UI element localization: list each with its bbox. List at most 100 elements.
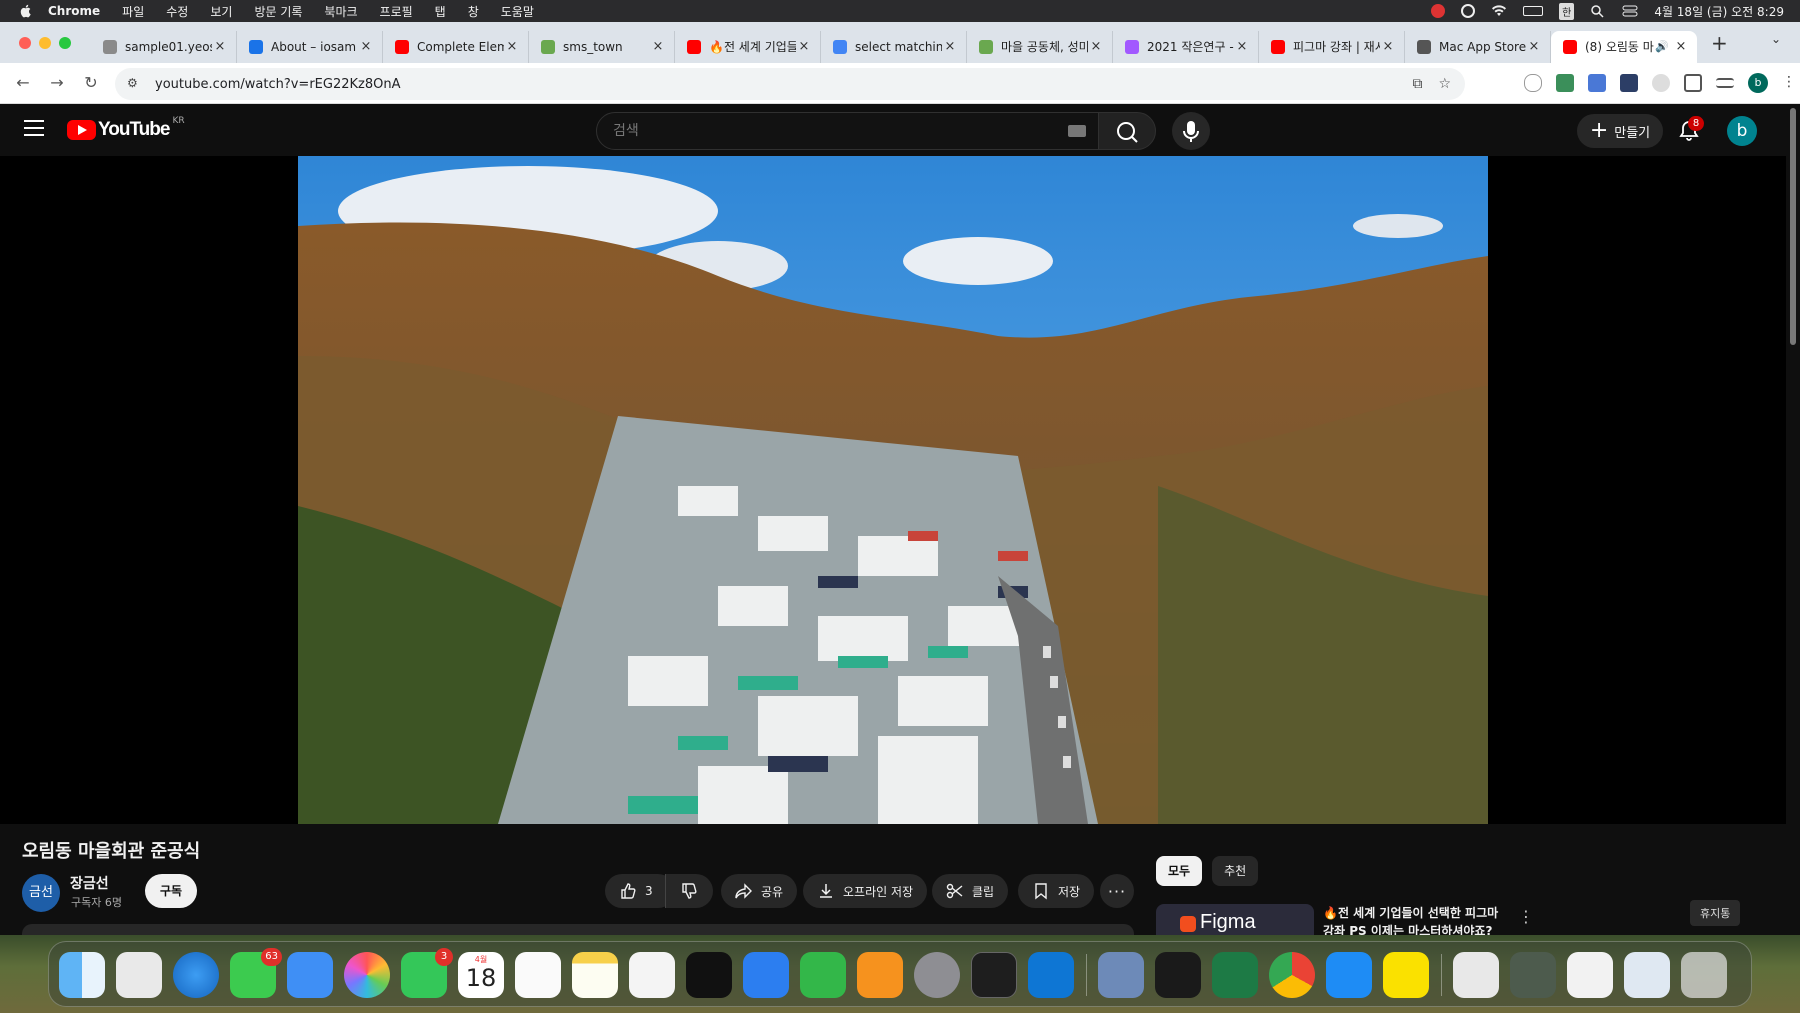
extension-dark-icon[interactable] bbox=[1620, 74, 1638, 92]
mail-icon[interactable] bbox=[287, 952, 333, 998]
close-tab-icon[interactable]: × bbox=[796, 39, 812, 54]
menu-chrome[interactable]: Chrome bbox=[48, 4, 100, 18]
forward-arrow-icon[interactable]: → bbox=[46, 72, 68, 94]
apple-tv-icon[interactable] bbox=[686, 952, 732, 998]
create-button[interactable]: + 만들기 bbox=[1577, 114, 1663, 148]
close-tab-icon[interactable]: × bbox=[650, 39, 666, 54]
close-tab-icon[interactable]: × bbox=[504, 39, 520, 54]
more-vertical-icon[interactable]: ⋮ bbox=[1518, 907, 1534, 926]
recommended-video-thumbnail[interactable]: Figma bbox=[1156, 904, 1314, 935]
numbers-icon[interactable] bbox=[800, 952, 846, 998]
close-tab-icon[interactable]: × bbox=[1234, 39, 1250, 54]
reload-icon[interactable]: ↻ bbox=[80, 72, 102, 94]
apple-menu-icon[interactable] bbox=[18, 3, 34, 19]
voice-search-button[interactable] bbox=[1172, 112, 1210, 150]
address-url[interactable]: youtube.com/watch?v=rEG22Kz8OnA bbox=[155, 77, 400, 92]
menubar-clock[interactable]: 4월 18일 (금) 오전 8:29 bbox=[1654, 3, 1784, 20]
kakaotalk-icon[interactable] bbox=[1383, 952, 1429, 998]
close-tab-icon[interactable]: × bbox=[358, 39, 374, 54]
subscribe-button[interactable]: 구독 bbox=[145, 874, 197, 908]
tab-1[interactable]: About – iosam × bbox=[237, 30, 383, 63]
extension-hand-icon[interactable] bbox=[1524, 74, 1542, 92]
menu-help[interactable]: 도움말 bbox=[501, 3, 534, 20]
extensions-puzzle-icon[interactable] bbox=[1684, 74, 1702, 92]
close-tab-icon[interactable]: × bbox=[1380, 39, 1396, 54]
downloads-stack-icon[interactable] bbox=[1453, 952, 1499, 998]
channel-avatar[interactable]: 금선 bbox=[22, 874, 60, 912]
tab-9[interactable]: Mac App Store × bbox=[1405, 30, 1551, 63]
reading-list-icon[interactable] bbox=[1716, 78, 1734, 88]
preview-icon[interactable] bbox=[1098, 952, 1144, 998]
tab-5[interactable]: select matchin × bbox=[821, 30, 967, 63]
menu-edit[interactable]: 수정 bbox=[166, 3, 188, 20]
tab-2[interactable]: Complete Elem × bbox=[383, 30, 529, 63]
reminders-icon[interactable] bbox=[515, 952, 561, 998]
trash-icon[interactable] bbox=[1681, 952, 1727, 998]
notes-icon[interactable] bbox=[572, 952, 618, 998]
keyboard-icon[interactable] bbox=[1068, 125, 1086, 137]
share-button[interactable]: 공유 bbox=[721, 874, 798, 908]
chrome-profile-avatar[interactable]: b bbox=[1748, 73, 1768, 93]
chip-recommended[interactable]: 추천 bbox=[1212, 856, 1259, 886]
tab-6[interactable]: 마을 공동체, 성미 × bbox=[967, 30, 1113, 63]
install-app-icon[interactable]: ⧉ bbox=[1412, 76, 1422, 92]
status-app-icon[interactable] bbox=[1431, 4, 1446, 18]
calendar-icon[interactable]: 4월 18 bbox=[458, 952, 504, 998]
recent-window-thumbnail[interactable] bbox=[1510, 952, 1556, 998]
site-info-icon[interactable]: ⚙ bbox=[127, 76, 143, 92]
menu-history[interactable]: 방문 기록 bbox=[254, 3, 302, 20]
launchpad-icon[interactable] bbox=[116, 952, 162, 998]
close-tab-icon[interactable]: × bbox=[1526, 39, 1542, 54]
tab-0[interactable]: sample01.yeos × bbox=[91, 30, 237, 63]
tab-search-chevron-icon[interactable]: ⌄ bbox=[1764, 32, 1788, 52]
menu-window[interactable]: 창 bbox=[468, 3, 479, 20]
chip-all[interactable]: 모두 bbox=[1156, 856, 1203, 886]
zoom-window-button[interactable] bbox=[59, 36, 71, 49]
speaker-icon[interactable]: 🔊 bbox=[1655, 40, 1669, 53]
chrome-menu-icon[interactable]: ⋮ bbox=[1782, 74, 1796, 92]
input-method-indicator[interactable]: 한 bbox=[1559, 2, 1575, 20]
safari-icon[interactable] bbox=[173, 952, 219, 998]
youtube-logo[interactable]: YouTube KR bbox=[67, 116, 185, 141]
play-status-icon[interactable] bbox=[1461, 4, 1476, 18]
close-tab-icon[interactable]: × bbox=[1088, 39, 1104, 54]
page-scrollbar[interactable] bbox=[1786, 104, 1800, 935]
messages-icon[interactable]: 63 bbox=[230, 948, 282, 998]
description-box[interactable] bbox=[22, 924, 1134, 935]
excel-icon[interactable] bbox=[1212, 952, 1258, 998]
close-tab-icon[interactable]: × bbox=[1673, 39, 1689, 54]
close-tab-icon[interactable]: × bbox=[942, 39, 958, 54]
minimize-window-button[interactable] bbox=[39, 36, 51, 49]
new-tab-button[interactable]: + bbox=[1711, 31, 1728, 55]
iterm-icon[interactable] bbox=[1155, 952, 1201, 998]
scrollbar-thumb[interactable] bbox=[1790, 108, 1796, 345]
youtube-search-input[interactable] bbox=[613, 123, 1033, 139]
menu-view[interactable]: 보기 bbox=[210, 3, 232, 20]
dislike-button[interactable] bbox=[665, 874, 713, 908]
tab-3[interactable]: sms_town × bbox=[529, 30, 675, 63]
hamburger-menu-icon[interactable] bbox=[24, 120, 44, 136]
menu-file[interactable]: 파일 bbox=[122, 3, 144, 20]
recommended-video-title[interactable]: 🔥전 세계 기업들이 선택한 피그마 강좌 PS 이제는 마스터하셔야죠? bbox=[1323, 904, 1513, 935]
tab-7[interactable]: 2021 작은연구 - × bbox=[1113, 30, 1259, 63]
battery-icon[interactable] bbox=[1523, 6, 1544, 16]
finder-icon[interactable] bbox=[59, 952, 105, 998]
youtube-search-button[interactable] bbox=[1098, 112, 1156, 150]
pages-icon[interactable] bbox=[857, 952, 903, 998]
tab-4[interactable]: 🔥전 세계 기업들 × bbox=[675, 30, 821, 63]
app-store-icon[interactable] bbox=[1326, 952, 1372, 998]
close-tab-icon[interactable]: × bbox=[212, 39, 228, 54]
menu-profiles[interactable]: 프로필 bbox=[380, 3, 413, 20]
vscode-icon[interactable] bbox=[1028, 952, 1074, 998]
extension-circle-icon[interactable] bbox=[1652, 74, 1670, 92]
menu-bookmarks[interactable]: 북마크 bbox=[324, 3, 357, 20]
offline-save-button[interactable]: 오프라인 저장 bbox=[803, 874, 928, 908]
chrome-icon[interactable] bbox=[1269, 952, 1315, 998]
menu-tab[interactable]: 탭 bbox=[435, 3, 446, 20]
keynote-icon[interactable] bbox=[743, 952, 789, 998]
tab-10[interactable]: (8) 오림동 마 🔊 × bbox=[1551, 30, 1697, 63]
video-frame[interactable] bbox=[298, 156, 1488, 824]
freeform-icon[interactable] bbox=[629, 952, 675, 998]
channel-name[interactable]: 장금선 bbox=[70, 873, 109, 893]
spotlight-search-icon[interactable] bbox=[1590, 4, 1606, 18]
